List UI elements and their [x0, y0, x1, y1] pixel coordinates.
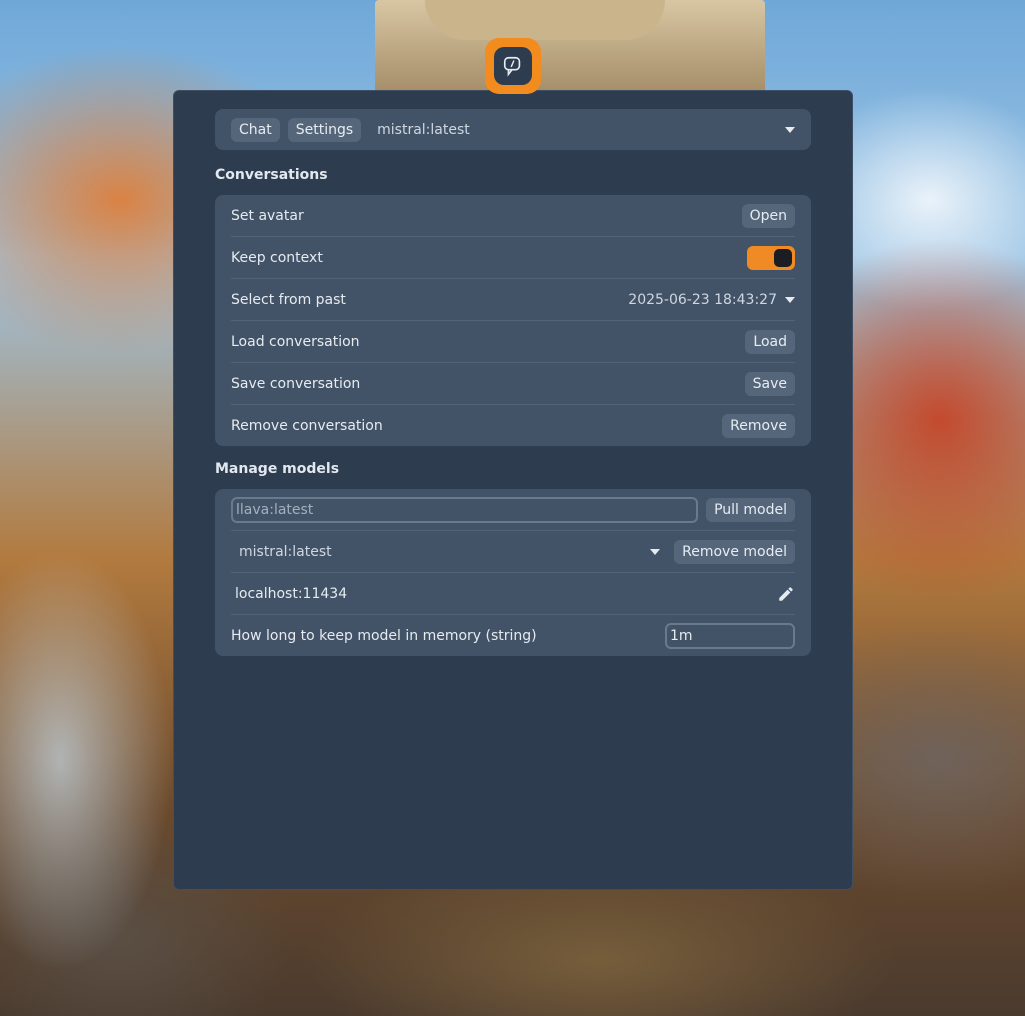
load-conversation-row: Load conversation Load [231, 321, 795, 363]
select-from-past-row: Select from past 2025-06-23 18:43:27 [231, 279, 795, 321]
model-dropdown-value: mistral:latest [377, 121, 470, 138]
caret-down-icon [785, 126, 795, 133]
set-avatar-row: Set avatar Open [231, 195, 795, 237]
main-window: Chat Settings mistral:latest Conversatio… [173, 90, 853, 890]
keep-context-toggle[interactable] [747, 245, 795, 270]
keep-alive-input[interactable] [665, 622, 795, 649]
select-from-past-label: Select from past [231, 291, 346, 308]
save-button[interactable]: Save [744, 371, 795, 396]
manage-models-card: Pull model mistral:latest Remove model l… [215, 489, 811, 656]
background-dome [425, 0, 665, 40]
installed-model-value: mistral:latest [239, 543, 332, 560]
pull-model-input[interactable] [231, 496, 699, 523]
keep-context-label: Keep context [231, 249, 323, 266]
host-row: localhost:11434 [231, 573, 795, 615]
manage-models-heading: Manage models [215, 461, 340, 477]
caret-down-icon [650, 548, 661, 555]
chat-bubble-icon [503, 56, 521, 77]
remove-model-button[interactable]: Remove model [674, 539, 795, 564]
caret-down-icon [785, 296, 795, 303]
conversations-heading: Conversations [215, 167, 328, 183]
remove-conversation-row: Remove conversation Remove [231, 405, 795, 446]
load-button[interactable]: Load [745, 329, 795, 354]
pull-model-row: Pull model [231, 489, 795, 531]
pencil-icon[interactable] [777, 585, 795, 603]
keep-alive-label: How long to keep model in memory (string… [231, 627, 537, 644]
open-avatar-button[interactable]: Open [741, 203, 795, 228]
load-conversation-label: Load conversation [231, 333, 360, 350]
keep-context-row: Keep context [231, 237, 795, 279]
remove-button[interactable]: Remove [722, 413, 795, 438]
past-conversation-dropdown[interactable]: 2025-06-23 18:43:27 [628, 292, 795, 308]
toggle-knob [774, 248, 792, 267]
installed-model-dropdown[interactable]: mistral:latest [231, 544, 674, 560]
past-conversation-value: 2025-06-23 18:43:27 [628, 291, 777, 308]
set-avatar-label: Set avatar [231, 207, 304, 224]
app-icon[interactable] [485, 38, 541, 94]
save-conversation-row: Save conversation Save [231, 363, 795, 405]
model-dropdown[interactable]: mistral:latest [369, 122, 795, 138]
tab-settings[interactable]: Settings [287, 117, 362, 142]
remove-conversation-label: Remove conversation [231, 417, 383, 434]
header-bar: Chat Settings mistral:latest [215, 109, 811, 150]
conversations-card: Set avatar Open Keep context Select from… [215, 195, 811, 446]
remove-model-row: mistral:latest Remove model [231, 531, 795, 573]
save-conversation-label: Save conversation [231, 375, 361, 392]
tab-chat[interactable]: Chat [231, 117, 280, 142]
keep-alive-row: How long to keep model in memory (string… [231, 615, 795, 656]
pull-model-button[interactable]: Pull model [706, 497, 795, 522]
host-value: localhost:11434 [235, 585, 348, 602]
